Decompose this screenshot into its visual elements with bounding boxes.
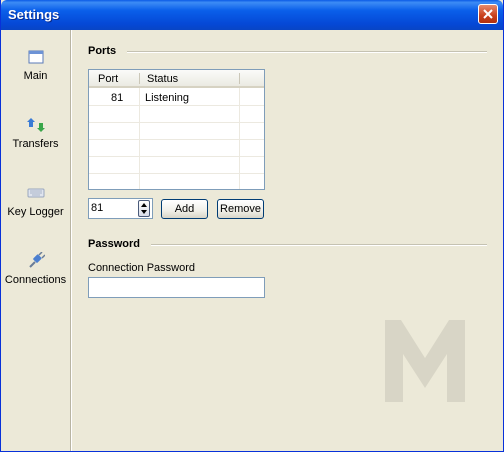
grid-line (89, 105, 264, 106)
port-spinner-value: 81 (91, 202, 104, 214)
transfer-arrows-icon (27, 118, 45, 132)
sidebar-item-key-logger[interactable]: Key Logger (1, 184, 70, 244)
sidebar: Main Transfers Key Logger Connections (1, 30, 71, 451)
sidebar-item-main[interactable]: Main (1, 48, 70, 108)
spinner-up-down-icon (141, 203, 147, 214)
grid-line (89, 173, 264, 174)
ports-section-title: Ports (88, 45, 117, 57)
port-spinner[interactable]: 81 (88, 198, 153, 219)
sidebar-item-connections[interactable]: Connections (1, 252, 70, 312)
column-separator[interactable] (239, 73, 240, 84)
status-column-header[interactable]: Status (147, 73, 178, 85)
sidebar-item-label: Main (23, 70, 48, 82)
settings-window: Settings Main Transfers Key Logger Conne… (0, 0, 504, 452)
ports-table-header: Port Status (89, 70, 264, 88)
password-divider (151, 244, 487, 246)
title-bar[interactable]: Settings (1, 0, 503, 30)
grid-line (89, 122, 264, 123)
ports-divider (127, 51, 487, 53)
watermark-logo (385, 320, 465, 402)
column-separator[interactable] (139, 73, 140, 84)
sidebar-item-label: Connections (4, 274, 67, 286)
status-cell: Listening (145, 92, 190, 104)
grid-line (89, 139, 264, 140)
ports-table[interactable]: Port Status 81 Listening (88, 69, 265, 190)
add-port-button[interactable]: Add (161, 199, 208, 219)
port-cell: 81 (111, 92, 124, 104)
sidebar-item-transfers[interactable]: Transfers (1, 116, 70, 176)
password-section-title: Password (88, 238, 140, 250)
remove-port-button[interactable]: Remove (217, 199, 264, 219)
plug-icon (29, 252, 45, 268)
window-title: Settings (8, 7, 60, 22)
close-icon (483, 9, 493, 19)
sidebar-item-label: Key Logger (7, 206, 64, 218)
sidebar-item-label: Transfers (12, 138, 59, 150)
connection-password-field[interactable] (88, 277, 265, 298)
keyboard-icon (27, 188, 45, 198)
close-button[interactable] (478, 4, 498, 24)
connection-password-label: Connection Password (88, 262, 196, 274)
window-icon (28, 50, 44, 64)
spinner-arrows[interactable] (138, 200, 150, 217)
port-column-header[interactable]: Port (98, 73, 118, 85)
grid-line (89, 156, 264, 157)
